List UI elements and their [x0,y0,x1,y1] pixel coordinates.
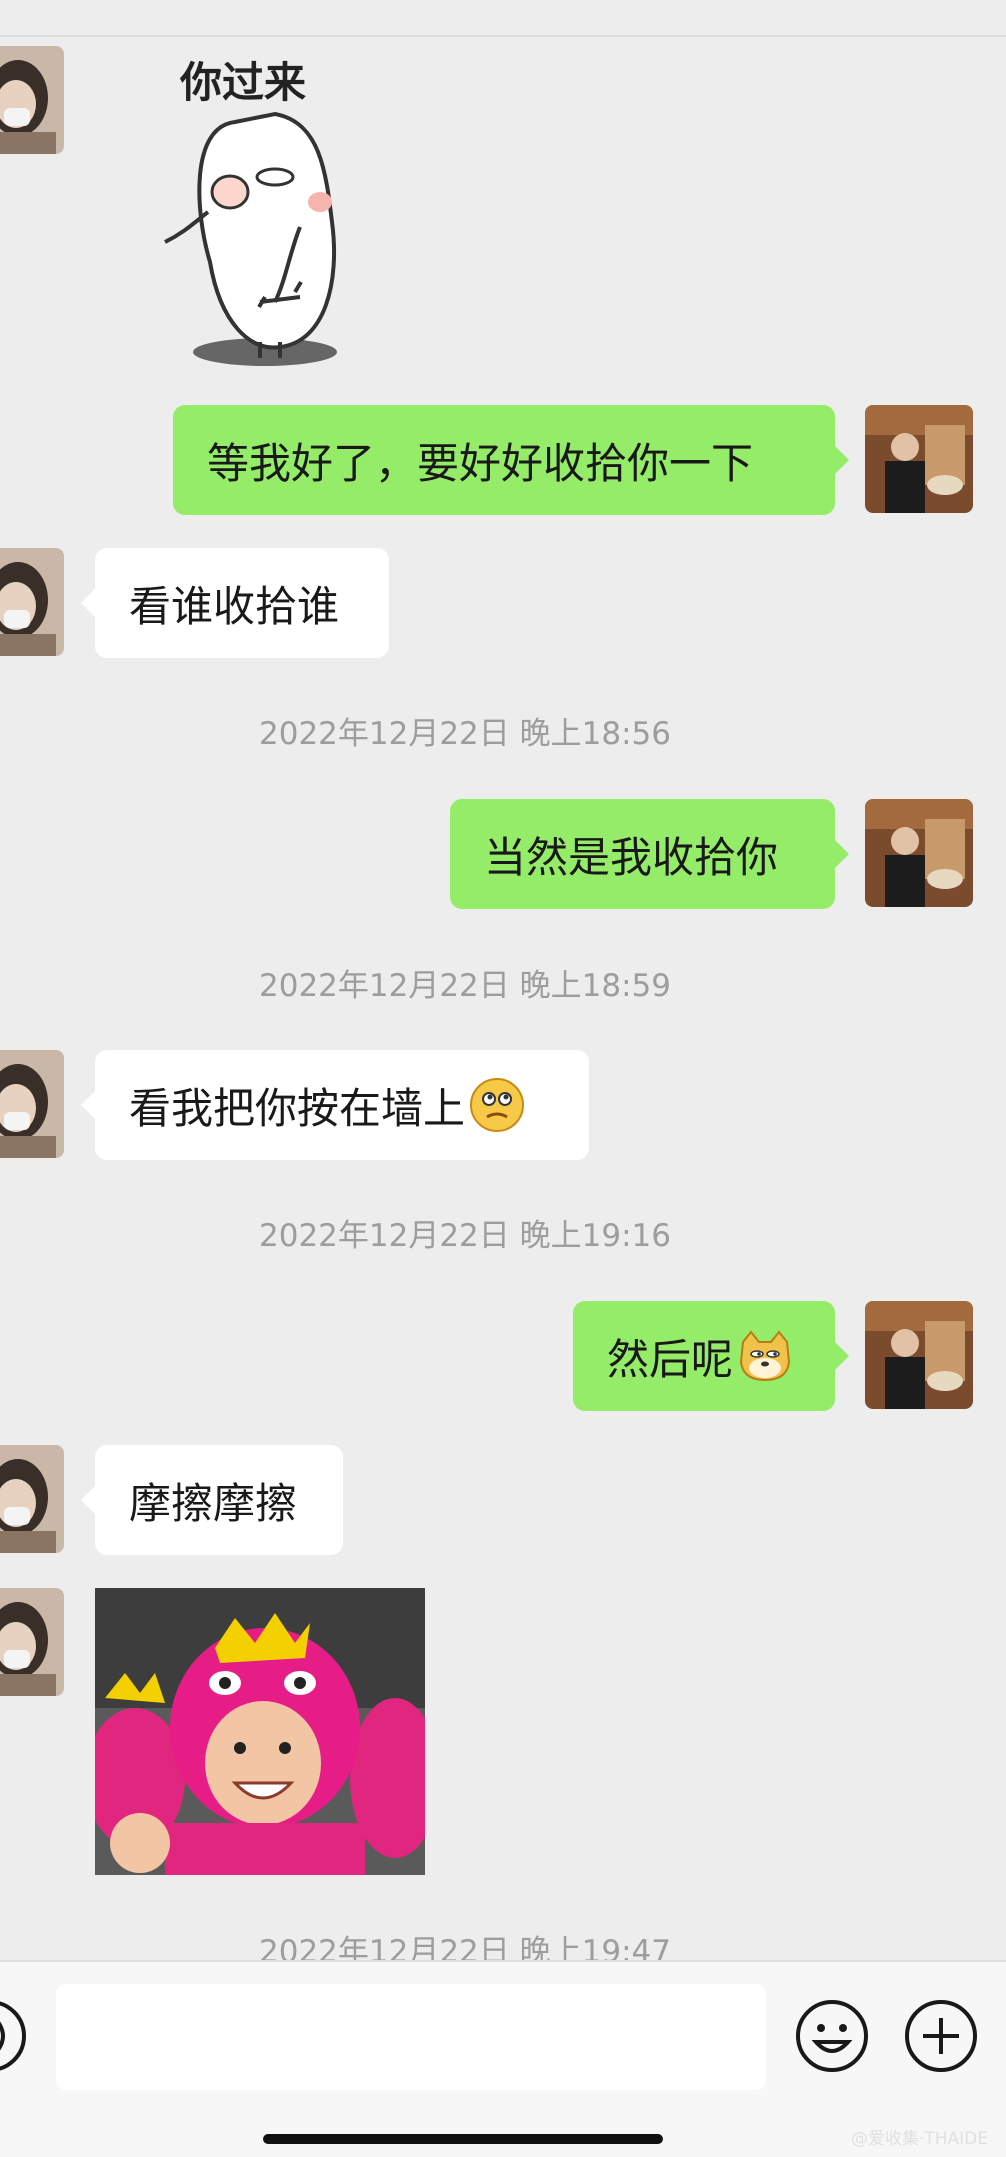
message-bubble-incoming[interactable]: 摩擦摩擦 [81,1445,343,1555]
message-text: 看谁收拾谁 [129,581,340,631]
message-bubble-incoming[interactable]: 看我把你按在墙上 [81,1050,589,1160]
sticker-caption: 你过来 [179,58,306,107]
self-avatar[interactable] [865,1301,973,1409]
message-text: 等我好了，要好好收拾你一下 [207,438,754,488]
voice-button[interactable] [0,1998,28,2074]
watermark: @爱收集·THAIDE [850,2129,988,2149]
message-text: 摩擦摩擦 [129,1478,298,1528]
voice-icon [0,2001,26,2071]
message-text: 然后呢 [607,1334,734,1384]
contact-avatar[interactable] [0,46,64,154]
more-button[interactable] [903,1998,979,2074]
contact-avatar[interactable] [0,1588,64,1696]
contact-avatar[interactable] [0,548,64,656]
plus-icon [905,2000,977,2072]
self-avatar[interactable] [865,799,973,907]
message-text: 当然是我收拾你 [484,832,779,882]
top-divider [0,35,1006,37]
message-bubble-outgoing[interactable]: 等我好了，要好好收拾你一下 [173,405,849,515]
message-input[interactable] [56,1984,766,2090]
self-avatar[interactable] [865,405,973,513]
message-bubble-outgoing[interactable]: 当然是我收拾你 [450,799,849,909]
duck-sticker[interactable]: 你过来 [150,52,350,372]
emoji-icon [796,2000,868,2072]
input-toolbar: @爱收集·THAIDE [0,1960,1006,2157]
contact-avatar[interactable] [0,1050,64,1158]
emoji-button[interactable] [794,1998,870,2074]
timestamp: 2022年12月22日 晚上18:59 [259,968,671,1004]
timestamp: 2022年12月22日 晚上18:56 [259,716,671,752]
message-text: 看我把你按在墙上 [129,1083,466,1133]
thinking-emoji-icon [469,1077,525,1133]
contact-avatar[interactable] [0,1445,64,1553]
message-bubble-incoming[interactable]: 看谁收拾谁 [81,548,389,658]
timestamp: 2022年12月22日 晚上19:16 [259,1218,671,1254]
doge-emoji-icon [737,1328,793,1384]
photo-message[interactable] [95,1588,425,1875]
message-bubble-outgoing[interactable]: 然后呢 [573,1301,849,1411]
home-indicator[interactable] [263,2134,663,2144]
